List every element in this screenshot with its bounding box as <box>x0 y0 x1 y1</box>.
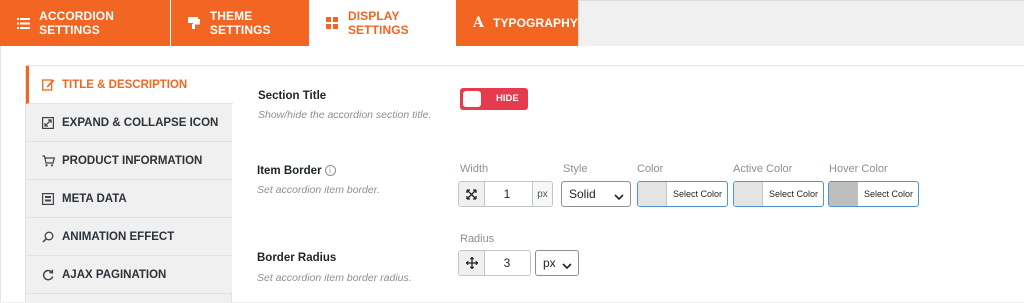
border-width-unit: px <box>532 182 552 206</box>
item-border-title: Item Border <box>257 165 322 177</box>
sidebar-item-expand-collapse-icon[interactable]: EXPAND & COLLAPSE ICON <box>26 104 232 142</box>
border-radius-description: Set accordion item border radius. <box>257 272 412 284</box>
tab-label: THEME SETTINGS <box>209 9 271 37</box>
select-color-button[interactable]: Select Color <box>668 182 727 206</box>
expand-icon <box>41 116 55 130</box>
sidebar-item-meta-data[interactable]: META DATA <box>26 180 232 218</box>
tab-bar-filler <box>578 0 1024 46</box>
list-icon <box>16 15 31 31</box>
resize-icon <box>459 182 485 206</box>
border-style-value: Solid <box>569 187 596 201</box>
sidebar-item-label: META DATA <box>62 192 127 205</box>
sidebar-item-label: TITLE & DESCRIPTION <box>62 78 188 91</box>
border-radius-value[interactable]: 3 <box>485 251 529 275</box>
border-width-input[interactable]: 1 px <box>458 181 553 207</box>
border-width-value[interactable]: 1 <box>485 182 529 206</box>
animation-icon <box>41 230 55 244</box>
cart-icon <box>41 154 55 168</box>
color-swatch <box>734 182 763 206</box>
select-color-button[interactable]: Select Color <box>859 182 918 206</box>
tab-display-settings[interactable]: DISPLAY SETTINGS <box>309 0 456 46</box>
border-style-select[interactable]: Solid <box>561 181 631 207</box>
tab-accordion-settings[interactable]: ACCORDION SETTINGS <box>0 0 170 46</box>
tab-label: ACCORDION SETTINGS <box>39 9 114 37</box>
style-label: Style <box>563 163 588 175</box>
select-color-button[interactable]: Select Color <box>764 182 823 206</box>
sidebar-item-label: AJAX PAGINATION <box>62 268 167 281</box>
tab-typography[interactable]: A TYPOGRAPHY <box>456 0 578 46</box>
color-swatch <box>638 182 667 206</box>
width-label: Width <box>460 163 489 175</box>
sidebar-item-label: EXPAND & COLLAPSE ICON <box>62 116 219 129</box>
sidebar-item-product-information[interactable]: PRODUCT INFORMATION <box>26 142 232 180</box>
section-title-toggle[interactable]: HIDE <box>460 88 528 110</box>
tab-label: DISPLAY SETTINGS <box>347 9 409 37</box>
sidebar-item-title-description[interactable]: TITLE & DESCRIPTION <box>26 66 233 104</box>
chevron-down-icon <box>562 259 572 273</box>
hover-color-label: Hover Color <box>829 163 888 175</box>
item-border-heading: Item Border i <box>257 165 336 177</box>
tab-theme-settings[interactable]: THEME SETTINGS <box>170 0 309 46</box>
chevron-down-icon <box>614 190 624 204</box>
move-icon <box>459 251 485 275</box>
sidebar-nav: TITLE & DESCRIPTION EXPAND & COLLAPSE IC… <box>26 66 233 303</box>
active-color-label: Active Color <box>733 163 793 175</box>
toggle-label: HIDE <box>496 93 519 104</box>
tab-label: TYPOGRAPHY <box>492 16 578 30</box>
grid-icon <box>325 15 340 31</box>
color-label: Color <box>637 163 664 175</box>
refresh-icon <box>41 268 55 282</box>
color-swatch <box>829 182 858 206</box>
meta-icon <box>41 192 55 206</box>
border-color-picker[interactable]: Select Color <box>637 181 728 207</box>
section-title-heading: Section Title <box>258 90 327 102</box>
sidebar-item-animation-effect[interactable]: ANIMATION EFFECT <box>26 218 232 256</box>
brush-icon <box>187 15 202 31</box>
font-icon: A <box>473 15 484 31</box>
sidebar-item-ajax-pagination[interactable]: AJAX PAGINATION <box>26 256 232 294</box>
hover-color-picker[interactable]: Select Color <box>828 181 919 207</box>
section-title-description: Show/hide the accordion section title. <box>258 109 432 121</box>
settings-tabs: ACCORDION SETTINGS THEME SETTINGS DISPLA… <box>0 0 1024 46</box>
sidebar-item-label: ANIMATION EFFECT <box>62 230 175 243</box>
border-radius-input[interactable]: 3 <box>458 250 531 276</box>
edit-icon <box>41 78 55 92</box>
radius-unit-value: px <box>543 256 556 270</box>
radius-label: Radius <box>460 233 495 245</box>
item-border-description: Set accordion item border. <box>257 184 380 196</box>
border-radius-heading: Border Radius <box>257 252 337 264</box>
sidebar-item-label: PRODUCT INFORMATION <box>62 154 203 167</box>
radius-unit-select[interactable]: px <box>535 250 579 276</box>
active-color-picker[interactable]: Select Color <box>733 181 824 207</box>
info-icon[interactable]: i <box>324 165 336 177</box>
toggle-knob <box>463 91 481 107</box>
